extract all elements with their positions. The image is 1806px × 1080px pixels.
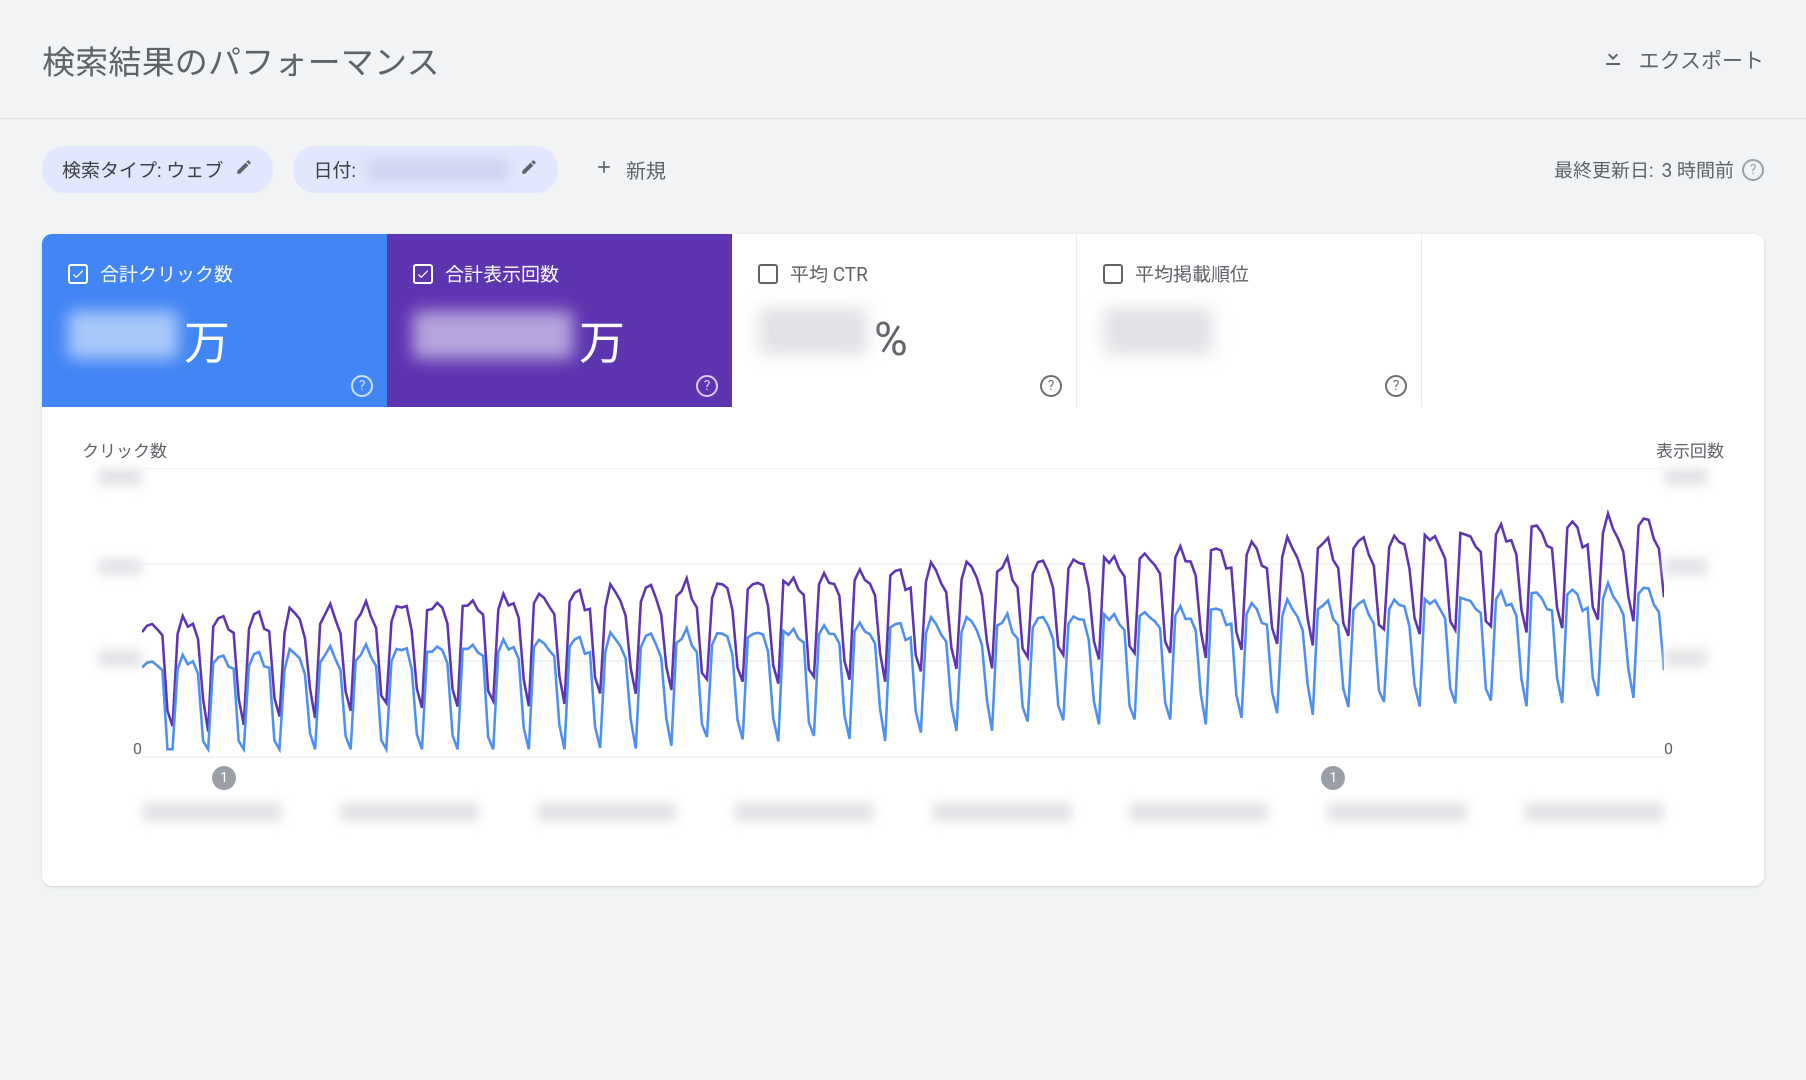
metric-avg-position[interactable]: 平均掲載順位 ? (1077, 234, 1422, 407)
x-tick-redacted (932, 802, 1072, 822)
x-tick-redacted (537, 802, 677, 822)
x-tick-redacted (142, 802, 282, 822)
filter-date[interactable]: 日付: (293, 146, 558, 193)
help-icon[interactable]: ? (1742, 159, 1764, 181)
chart-area: クリック数 表示回数 0 (42, 407, 1764, 886)
metric-value-redacted (68, 311, 178, 359)
checkbox-unchecked-icon (758, 264, 778, 284)
filter-date-prefix: 日付: (313, 156, 356, 183)
plus-icon (594, 157, 614, 183)
y-tick-redacted (98, 649, 142, 667)
metric-avg-ctr[interactable]: 平均 CTR % ? (732, 234, 1077, 407)
x-marker: 1 (1321, 766, 1345, 790)
pencil-icon (520, 158, 538, 181)
add-filter-button[interactable]: 新規 (578, 145, 682, 194)
filter-chips: 検索タイプ: ウェブ 日付: 新規 (42, 145, 682, 194)
checkbox-checked-icon (413, 264, 433, 284)
y-tick-redacted (98, 558, 142, 576)
metric-label: 合計クリック数 (100, 260, 233, 287)
last-updated-value: 3 時間前 (1662, 156, 1734, 183)
x-axis: 1 1 (142, 766, 1664, 836)
y-tick-redacted (1664, 649, 1708, 667)
metric-unit: % (874, 313, 908, 367)
x-tick-redacted (339, 802, 479, 822)
metric-value-redacted (758, 307, 868, 355)
help-icon[interactable]: ? (696, 375, 718, 397)
y-tick-redacted (1664, 558, 1708, 576)
y-right-axis-label: 表示回数 (1656, 437, 1724, 462)
filter-search-type[interactable]: 検索タイプ: ウェブ (42, 146, 273, 193)
last-updated-prefix: 最終更新日: (1554, 156, 1654, 183)
x-tick-redacted (1524, 802, 1664, 822)
metric-value-redacted (1103, 307, 1213, 355)
chart-plot[interactable] (142, 468, 1664, 758)
checkbox-checked-icon (68, 264, 88, 284)
help-icon[interactable]: ? (1040, 375, 1062, 397)
metric-total-impressions[interactable]: 合計表示回数 万 ? (387, 234, 732, 407)
y-tick-redacted (98, 468, 142, 486)
filter-date-value-redacted (368, 159, 508, 181)
metric-label: 合計表示回数 (445, 260, 559, 287)
metric-label: 平均 CTR (790, 260, 868, 287)
metric-cards: 合計クリック数 万 ? 合計表示回数 万 (42, 234, 1764, 407)
metric-total-clicks[interactable]: 合計クリック数 万 ? (42, 234, 387, 407)
x-tick-redacted (1327, 802, 1467, 822)
x-marker: 1 (212, 766, 236, 790)
help-icon[interactable]: ? (1385, 375, 1407, 397)
export-button[interactable]: エクスポート (1601, 45, 1764, 75)
last-updated: 最終更新日: 3 時間前 ? (1554, 156, 1764, 183)
filter-search-type-label: 検索タイプ: ウェブ (62, 156, 223, 183)
y-tick-zero: 0 (133, 739, 142, 758)
performance-card: 合計クリック数 万 ? 合計表示回数 万 (42, 234, 1764, 886)
help-icon[interactable]: ? (351, 375, 373, 397)
page-title: 検索結果のパフォーマンス (42, 36, 440, 84)
x-tick-redacted (1129, 802, 1269, 822)
checkbox-unchecked-icon (1103, 264, 1123, 284)
y-tick-redacted (1664, 468, 1708, 486)
add-filter-label: 新規 (626, 155, 666, 184)
y-right-ticks: 0 (1664, 468, 1724, 758)
pencil-icon (235, 158, 253, 181)
y-tick-zero: 0 (1664, 739, 1673, 758)
export-label: エクスポート (1639, 45, 1764, 75)
metric-unit: 万 (184, 307, 230, 373)
metric-label: 平均掲載順位 (1135, 260, 1249, 287)
download-icon (1601, 45, 1625, 75)
x-tick-redacted (734, 802, 874, 822)
y-left-axis-label: クリック数 (82, 437, 167, 462)
metric-unit: 万 (579, 307, 625, 373)
metric-value-redacted (413, 311, 573, 359)
y-left-ticks: 0 (82, 468, 142, 758)
